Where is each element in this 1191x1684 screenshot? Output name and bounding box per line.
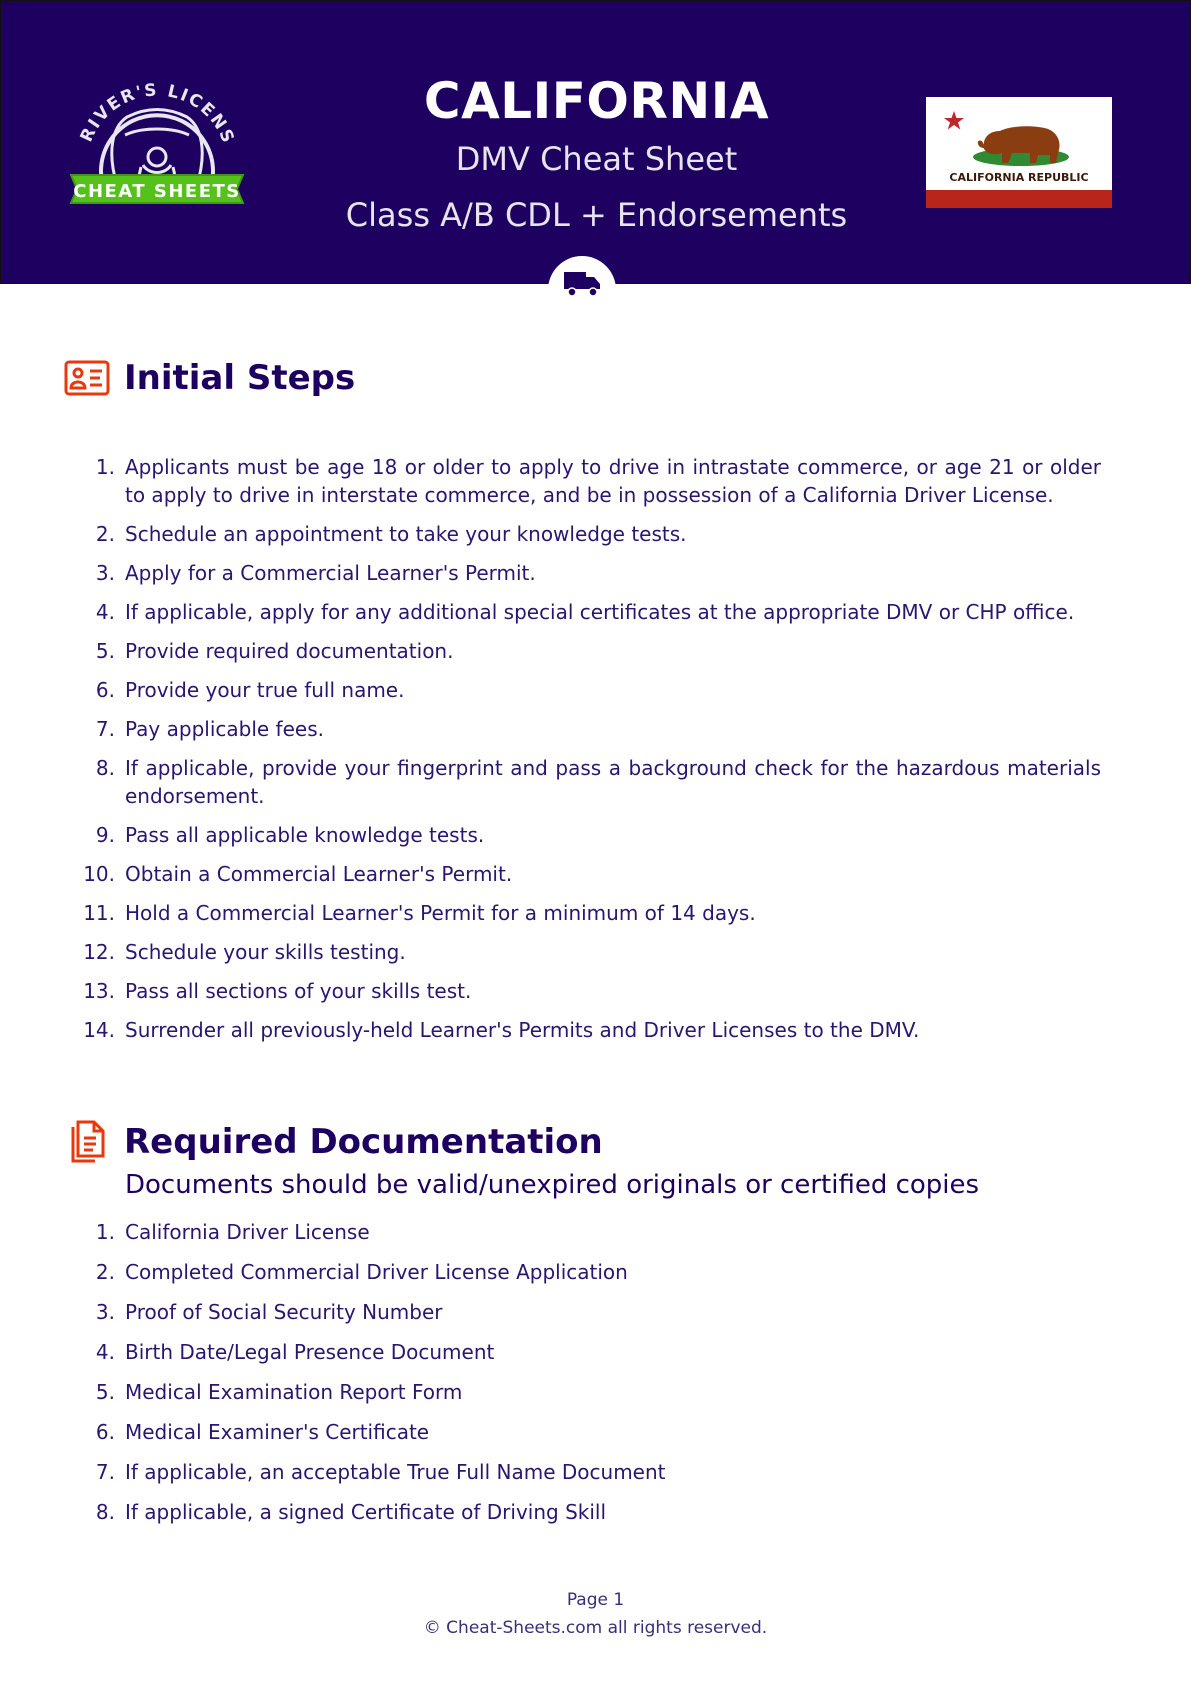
required-documents-list: 1. California Driver License 2. Completed …: [0, 1218, 1191, 1526]
list-item: 2. Schedule an appointment to take your k…: [95, 522, 687, 546]
list-item: 6. Medical Examiner's Certificate: [95, 1420, 430, 1444]
documents-icon: [62, 1120, 112, 1164]
list-item: 1. California Driver License: [95, 1220, 370, 1244]
license-class-subtitle: Class A/B CDL + Endorsements: [345, 196, 848, 234]
list-item: 10. Obtain a Commercial Learner's Permit.: [83, 862, 513, 886]
state-title: CALIFORNIA: [423, 72, 770, 130]
truck-badge: [548, 256, 616, 324]
logo-banner-text: CHEAT SHEETS: [73, 181, 241, 202]
list-item: 11. Hold a Commercial Learner's Permit fo…: [83, 901, 756, 925]
drivers-license-cheat-sheets-logo: DRIVER'S LICENSE CHEAT SHEETS: [59, 42, 247, 217]
list-item: 12. Schedule your skills testing.: [83, 940, 406, 964]
california-flag-image: CALIFORNIA REPUBLIC: [926, 97, 1112, 208]
initial-steps-list: 1. Applicants must be age 18 or older to …: [0, 453, 1191, 1044]
list-item: 5. Medical Examination Report Form: [95, 1380, 463, 1404]
truck-icon: [564, 272, 600, 297]
list-item: 1. Applicants must be age 18 or older to …: [95, 455, 1101, 507]
list-item: 3. Apply for a Commercial Learner's Permi…: [95, 561, 536, 585]
list-item: 4. Birth Date/Legal Presence Document: [95, 1340, 495, 1364]
page-footer: Page 1 © Cheat-Sheets.com all rights res…: [0, 1586, 1191, 1642]
page-header: DRIVER'S LICENSE CHEAT SHEETS CALIFORNIA…: [0, 0, 1191, 284]
section-subtitle: Documents should be valid/unexpired orig…: [125, 1170, 980, 1200]
title-block: CALIFORNIA DMV Cheat Sheet Class A/B CDL…: [301, 69, 892, 237]
flag-caption: CALIFORNIA REPUBLIC: [949, 171, 1088, 184]
initial-steps-heading: Initial Steps: [62, 356, 355, 400]
list-item: 3. Proof of Social Security Number: [95, 1300, 443, 1324]
list-item: 9. Pass all applicable knowledge tests.: [95, 823, 485, 847]
list-item: 6. Provide your true full name.: [95, 678, 405, 702]
id-card-icon: [62, 356, 112, 400]
page-number: Page 1: [566, 1590, 625, 1610]
list-item: 5. Provide required documentation.: [95, 639, 454, 663]
svg-text:DRIVER'S LICENSE: DRIVER'S LICENSE: [67, 57, 238, 147]
section-title: Required Documentation: [124, 1122, 603, 1162]
list-item: 2. Completed Commercial Driver License Ap…: [95, 1260, 628, 1284]
list-item: 8. If applicable, provide your fingerprin…: [95, 756, 1101, 808]
logo-arc-text: DRIVER'S LICENSE: [59, 42, 236, 147]
document-subtitle: DMV Cheat Sheet: [455, 140, 738, 178]
list-item: 4. If applicable, apply for any additiona…: [95, 600, 1075, 624]
section-title: Initial Steps: [124, 358, 356, 398]
list-item: 14. Surrender all previously-held Learner…: [83, 1018, 920, 1042]
list-item: 7. If applicable, an acceptable True Full…: [95, 1460, 666, 1484]
required-documentation-heading: Required Documentation: [62, 1120, 603, 1164]
list-item: 13. Pass all sections of your skills test…: [83, 979, 472, 1003]
list-item: 8. If applicable, a signed Certificate of…: [95, 1500, 607, 1524]
copyright-notice: © Cheat-Sheets.com all rights reserved.: [423, 1618, 768, 1638]
list-item: 7. Pay applicable fees.: [95, 717, 324, 741]
